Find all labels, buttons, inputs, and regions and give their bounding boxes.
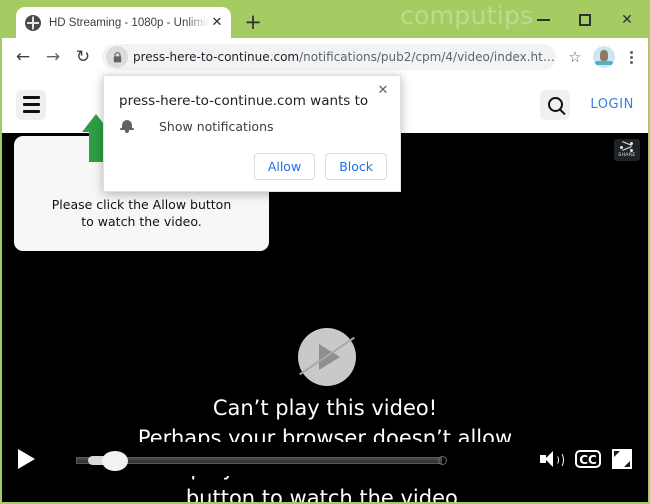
seek-track[interactable] bbox=[76, 456, 447, 465]
allow-button[interactable]: Allow bbox=[253, 153, 316, 180]
back-button[interactable]: ← bbox=[8, 42, 38, 72]
browser-window: computips HD Streaming - 1080p - Unlimit… bbox=[0, 0, 650, 504]
url-text: press-here-to-continue.com/notifications… bbox=[133, 50, 555, 64]
dialog-actions: Allow Block bbox=[253, 153, 387, 180]
tab-strip: computips HD Streaming - 1080p - Unlimit… bbox=[2, 2, 648, 38]
address-bar[interactable]: press-here-to-continue.com/notifications… bbox=[102, 44, 556, 70]
seek-bar[interactable] bbox=[46, 442, 532, 476]
promo-line-1: Please click the Allow button bbox=[51, 197, 232, 212]
promo-text: Please click the Allow button to watch t… bbox=[14, 196, 269, 230]
error-line-4: button to watch the video. bbox=[185, 486, 465, 502]
play-overlay-button[interactable] bbox=[298, 328, 356, 386]
window-controls: ✕ bbox=[522, 2, 648, 38]
globe-icon bbox=[25, 14, 41, 31]
notification-permission-dialog: ✕ press-here-to-continue.com wants to Sh… bbox=[103, 75, 401, 192]
window-close-button[interactable]: ✕ bbox=[606, 2, 648, 38]
closed-captions-button[interactable]: CC bbox=[575, 450, 601, 468]
play-button[interactable] bbox=[10, 449, 42, 469]
fullscreen-icon[interactable] bbox=[612, 449, 632, 469]
minimize-button[interactable] bbox=[522, 2, 564, 38]
new-tab-button[interactable]: + bbox=[242, 12, 264, 34]
reload-button[interactable]: ↻ bbox=[68, 42, 98, 72]
dialog-close-icon[interactable]: ✕ bbox=[374, 82, 392, 100]
dialog-permission-row: Show notifications bbox=[119, 118, 274, 134]
dialog-title: press-here-to-continue.com wants to bbox=[119, 93, 369, 109]
error-line-1: Can’t play this video! bbox=[212, 396, 438, 420]
browser-menu-icon[interactable] bbox=[620, 50, 642, 64]
player-right-controls: CC bbox=[540, 449, 640, 469]
permission-label: Show notifications bbox=[159, 118, 274, 134]
seek-thumb[interactable] bbox=[102, 451, 128, 471]
bell-icon bbox=[119, 118, 135, 134]
url-path: /notifications/pub2/cpm/4/video/index.ht… bbox=[299, 50, 555, 64]
hamburger-menu-icon[interactable] bbox=[16, 89, 46, 120]
watermark: computips bbox=[400, 1, 534, 30]
maximize-button[interactable] bbox=[564, 2, 606, 38]
block-button[interactable]: Block bbox=[325, 153, 387, 180]
promo-line-2: to watch the video. bbox=[81, 214, 202, 229]
browser-toolbar: ← → ↻ press-here-to-continue.com/notific… bbox=[2, 38, 648, 76]
login-link[interactable]: LOGIN bbox=[590, 97, 634, 112]
browser-tab[interactable]: HD Streaming - 1080p - Unlimite ✕ bbox=[16, 7, 231, 38]
search-icon[interactable] bbox=[540, 89, 571, 120]
share-label: SHARE bbox=[618, 153, 636, 158]
forward-button[interactable]: → bbox=[38, 42, 68, 72]
url-domain: press-here-to-continue.com bbox=[133, 50, 300, 64]
volume-icon[interactable] bbox=[540, 449, 564, 469]
tab-title: HD Streaming - 1080p - Unlimite bbox=[49, 16, 209, 29]
avatar[interactable] bbox=[593, 46, 615, 68]
close-icon[interactable]: ✕ bbox=[209, 15, 225, 31]
player-controls: CC bbox=[10, 442, 640, 476]
share-button[interactable]: SHARE bbox=[614, 139, 640, 161]
bookmark-star-icon[interactable]: ☆ bbox=[562, 44, 588, 70]
share-icon bbox=[620, 141, 634, 152]
lock-icon[interactable] bbox=[106, 46, 128, 68]
